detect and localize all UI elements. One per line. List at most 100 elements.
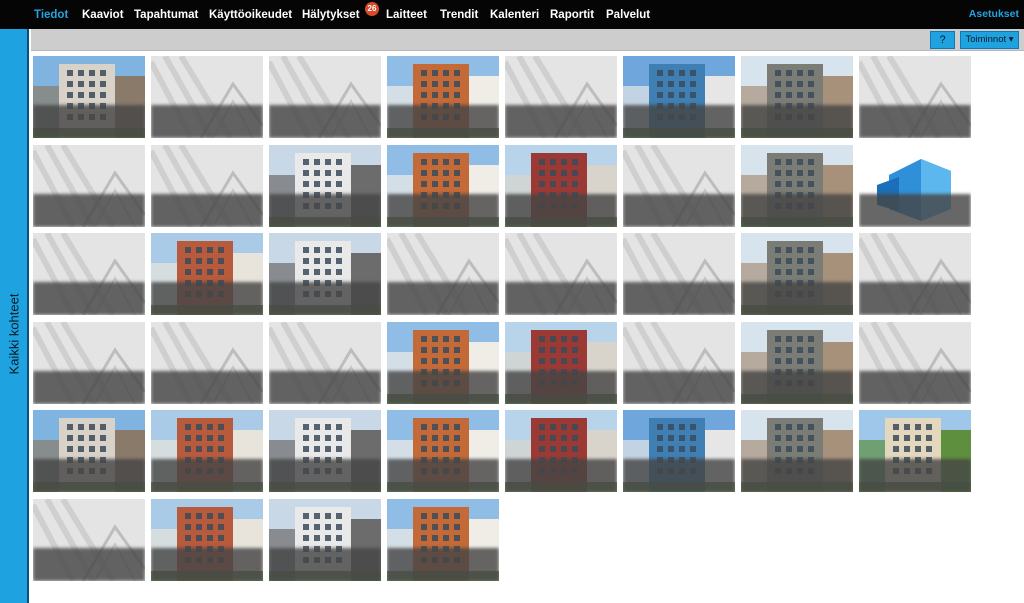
tile-caption <box>33 282 145 315</box>
tile-caption <box>33 105 145 138</box>
tile-caption <box>387 459 499 492</box>
site-tile[interactable] <box>151 410 263 492</box>
tile-caption <box>151 459 263 492</box>
tile-caption <box>623 105 735 138</box>
settings-link[interactable]: Asetukset <box>969 8 1019 20</box>
site-tile[interactable] <box>623 56 735 138</box>
tile-caption <box>741 105 853 138</box>
nav-palvelut[interactable]: Palvelut <box>606 8 650 22</box>
nav-laitteet[interactable]: Laitteet <box>386 8 427 22</box>
tile-caption <box>859 371 971 404</box>
help-button[interactable]: ? <box>930 31 955 49</box>
site-tile[interactable] <box>623 233 735 315</box>
alarm-count-badge: 26 <box>365 2 379 16</box>
site-tile[interactable] <box>505 56 617 138</box>
site-tile[interactable] <box>387 499 499 581</box>
nav-halytykset[interactable]: Hälytykset <box>302 8 360 22</box>
site-tile[interactable] <box>387 56 499 138</box>
site-tile[interactable] <box>387 410 499 492</box>
tile-caption <box>859 282 971 315</box>
site-tile[interactable] <box>505 410 617 492</box>
nav-kaaviot[interactable]: Kaaviot <box>82 8 124 22</box>
site-tile[interactable] <box>859 145 971 227</box>
tile-caption <box>859 194 971 227</box>
tile-caption <box>33 548 145 581</box>
site-tile[interactable] <box>859 410 971 492</box>
site-tile[interactable] <box>33 322 145 404</box>
all-sites-side-tab[interactable]: Kaikki kohteet <box>0 29 29 603</box>
nav-tiedot[interactable]: Tiedot <box>34 8 68 22</box>
tile-caption <box>859 459 971 492</box>
tile-caption <box>33 459 145 492</box>
tile-caption <box>387 194 499 227</box>
nav-raportit[interactable]: Raportit <box>550 8 594 22</box>
tile-caption <box>269 282 381 315</box>
tile-caption <box>505 459 617 492</box>
tile-caption <box>505 105 617 138</box>
tile-caption <box>269 548 381 581</box>
site-tile[interactable] <box>151 145 263 227</box>
site-tile[interactable] <box>859 233 971 315</box>
site-tile[interactable] <box>741 145 853 227</box>
tile-caption <box>741 459 853 492</box>
site-tile[interactable] <box>269 322 381 404</box>
tile-caption <box>623 194 735 227</box>
site-tile[interactable] <box>33 233 145 315</box>
site-tile[interactable] <box>741 410 853 492</box>
tile-caption <box>505 371 617 404</box>
tile-caption <box>505 282 617 315</box>
site-tile[interactable] <box>505 233 617 315</box>
site-tile[interactable] <box>859 322 971 404</box>
site-tile[interactable] <box>505 145 617 227</box>
tile-caption <box>269 371 381 404</box>
site-tile[interactable] <box>33 56 145 138</box>
tile-caption <box>505 194 617 227</box>
nav-kalenteri[interactable]: Kalenteri <box>490 8 539 22</box>
tile-caption <box>269 194 381 227</box>
tile-caption <box>741 194 853 227</box>
top-navigation-bar: Tiedot Kaaviot Tapahtumat Käyttöoikeudet… <box>0 0 1024 29</box>
site-tile[interactable] <box>859 56 971 138</box>
site-tile[interactable] <box>151 233 263 315</box>
site-tile[interactable] <box>269 56 381 138</box>
site-tile[interactable] <box>151 499 263 581</box>
tile-caption <box>623 459 735 492</box>
site-tile[interactable] <box>269 499 381 581</box>
site-tile[interactable] <box>623 322 735 404</box>
tile-caption <box>151 548 263 581</box>
side-tab-label: Kaikki kohteet <box>6 293 22 375</box>
site-tile[interactable] <box>33 145 145 227</box>
tile-caption <box>387 371 499 404</box>
tile-caption <box>151 371 263 404</box>
tile-caption <box>33 371 145 404</box>
tile-caption <box>623 282 735 315</box>
tile-caption <box>151 282 263 315</box>
nav-tapahtumat[interactable]: Tapahtumat <box>134 8 198 22</box>
site-tile[interactable] <box>387 233 499 315</box>
site-tile[interactable] <box>269 145 381 227</box>
nav-trendit[interactable]: Trendit <box>440 8 478 22</box>
site-tile[interactable] <box>623 145 735 227</box>
site-tile[interactable] <box>151 56 263 138</box>
tile-caption <box>741 371 853 404</box>
site-tile[interactable] <box>269 233 381 315</box>
tile-caption <box>151 105 263 138</box>
site-tile[interactable] <box>387 145 499 227</box>
site-tile[interactable] <box>741 322 853 404</box>
tile-caption <box>387 282 499 315</box>
site-tile[interactable] <box>33 410 145 492</box>
site-tile[interactable] <box>151 322 263 404</box>
site-tile[interactable] <box>387 322 499 404</box>
tile-caption <box>623 371 735 404</box>
site-tile[interactable] <box>741 233 853 315</box>
nav-kayttooikeudet[interactable]: Käyttöoikeudet <box>209 8 292 22</box>
actions-dropdown-button[interactable]: Toiminnot ▾ <box>960 31 1019 49</box>
site-tile[interactable] <box>623 410 735 492</box>
tile-caption <box>269 459 381 492</box>
tile-caption <box>151 194 263 227</box>
site-tile[interactable] <box>269 410 381 492</box>
site-tile[interactable] <box>741 56 853 138</box>
tile-caption <box>33 194 145 227</box>
site-tile[interactable] <box>505 322 617 404</box>
site-tile[interactable] <box>33 499 145 581</box>
